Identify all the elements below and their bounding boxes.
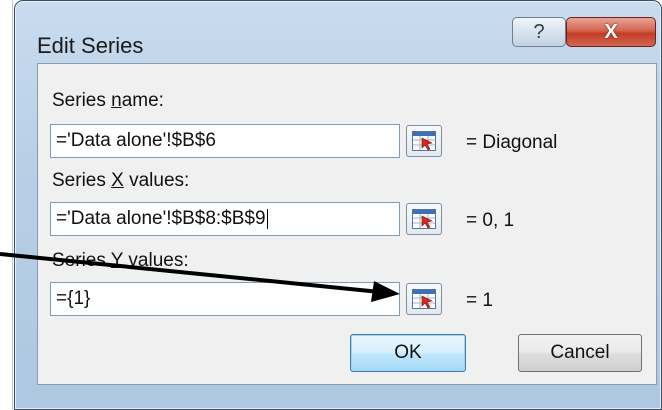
ok-button[interactable]: OK	[350, 334, 466, 372]
series-name-result: = Diagonal	[466, 132, 558, 153]
edit-series-dialog: Edit Series ? X Series name: ='Data alon…	[14, 0, 662, 410]
series-y-input[interactable]: ={1}	[50, 282, 400, 316]
text-cursor	[266, 208, 268, 229]
series-y-result: = 1	[466, 290, 493, 311]
series-x-input[interactable]: ='Data alone'!$B$8:$B$9	[50, 202, 400, 236]
dialog-title: Edit Series	[37, 33, 144, 58]
close-icon: X	[604, 20, 618, 43]
series-y-label: Series Y values:	[52, 250, 189, 271]
close-button[interactable]: X	[566, 17, 656, 47]
series-name-range-button[interactable]	[406, 125, 442, 157]
range-selector-icon	[412, 289, 436, 309]
help-button[interactable]: ?	[512, 17, 566, 47]
title-bar[interactable]: Edit Series ? X	[15, 1, 661, 63]
range-selector-icon	[412, 209, 436, 229]
range-selector-icon	[412, 131, 436, 151]
background-gridline	[12, 0, 13, 410]
dialog-body: Series name: ='Data alone'!$B$6 = Diagon…	[37, 63, 657, 385]
series-x-range-button[interactable]	[406, 203, 442, 235]
series-name-input[interactable]: ='Data alone'!$B$6	[50, 124, 400, 158]
cancel-button[interactable]: Cancel	[518, 334, 642, 372]
series-y-value: ={1}	[56, 288, 91, 309]
help-icon: ?	[533, 20, 545, 43]
series-name-label: Series name:	[52, 90, 164, 111]
series-x-label: Series X values:	[52, 170, 190, 191]
series-y-range-button[interactable]	[406, 283, 442, 315]
series-x-value: ='Data alone'!$B$8:$B$9	[56, 208, 266, 229]
series-x-result: = 0, 1	[466, 210, 515, 231]
series-name-value: ='Data alone'!$B$6	[56, 130, 216, 151]
